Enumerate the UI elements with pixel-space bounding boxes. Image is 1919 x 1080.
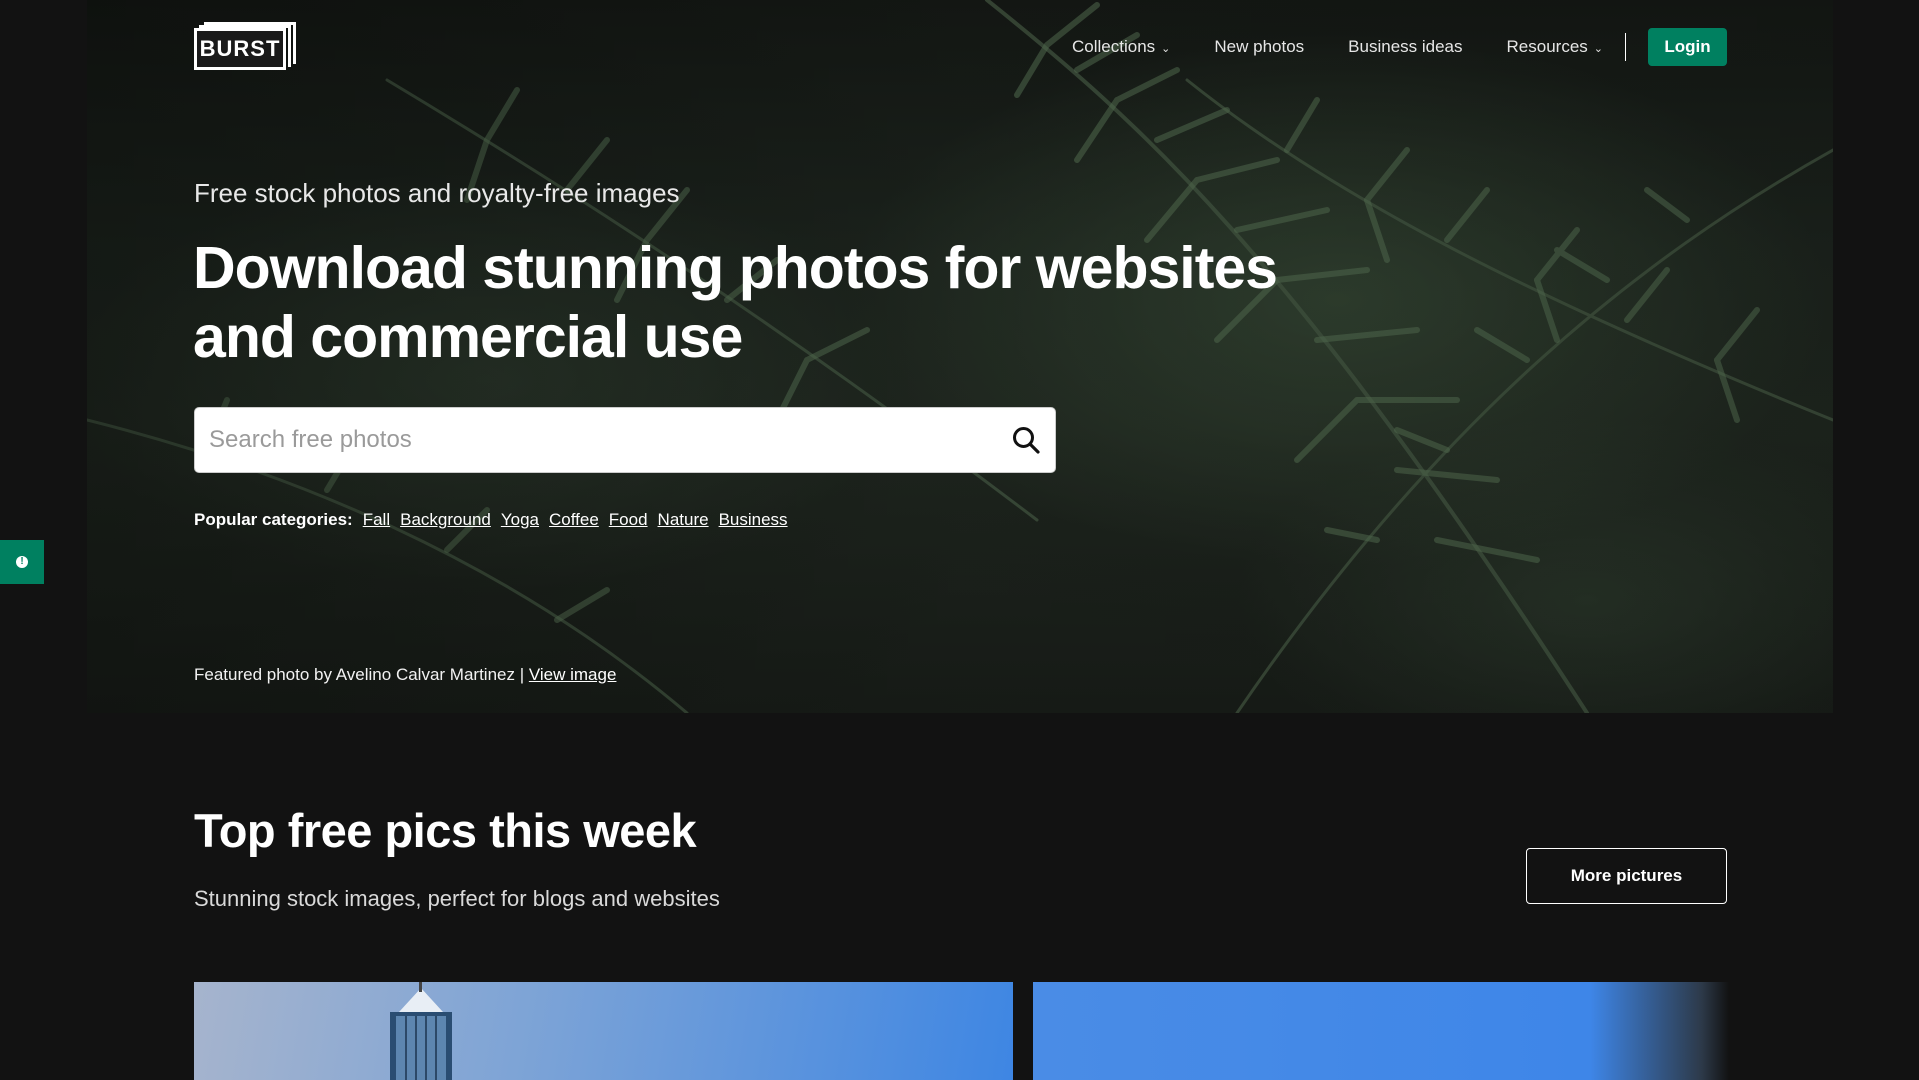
category-link-nature[interactable]: Nature (658, 510, 709, 530)
nav-divider (1625, 33, 1626, 61)
chevron-down-icon: ⌄ (1593, 42, 1603, 55)
category-link-business[interactable]: Business (719, 510, 788, 530)
skyscraper-image (390, 982, 452, 1080)
chevron-down-icon: ⌄ (1161, 42, 1171, 55)
popular-categories: Popular categories: Fall Background Yoga… (194, 510, 788, 530)
hero-headline: Download stunning photos for websites an… (193, 235, 1278, 370)
login-button[interactable]: Login (1648, 28, 1727, 66)
feedback-tab[interactable]: ! (0, 540, 44, 584)
logo-text: BURST (194, 28, 286, 70)
main-nav: Collections ⌄ New photos Business ideas … (1072, 28, 1727, 66)
featured-credit-text: Featured photo by Avelino Calvar Martine… (194, 665, 525, 684)
category-link-background[interactable]: Background (400, 510, 491, 530)
nav-new-photos[interactable]: New photos (1214, 37, 1304, 57)
popular-categories-label: Popular categories: (194, 510, 353, 529)
nav-collections[interactable]: Collections ⌄ (1072, 37, 1170, 57)
nav-resources[interactable]: Resources ⌄ (1507, 37, 1603, 57)
burst-logo[interactable]: BURST (194, 22, 296, 70)
search-input[interactable] (209, 408, 969, 472)
photo-thumbnail[interactable] (194, 982, 1013, 1080)
nav-business-ideas[interactable]: Business ideas (1348, 37, 1462, 57)
view-image-link[interactable]: View image (529, 665, 617, 684)
search-bar (194, 407, 1056, 473)
section-title: Top free pics this week (194, 804, 697, 857)
category-link-yoga[interactable]: Yoga (501, 510, 539, 530)
search-icon[interactable] (1011, 425, 1041, 455)
section-subtitle: Stunning stock images, perfect for blogs… (194, 886, 720, 911)
photo-thumbnail[interactable] (1033, 982, 1729, 1080)
more-pictures-button[interactable]: More pictures (1526, 848, 1727, 904)
category-link-coffee[interactable]: Coffee (549, 510, 599, 530)
hero-subtitle: Free stock photos and royalty-free image… (194, 178, 680, 208)
feedback-icon: ! (16, 556, 28, 568)
category-link-food[interactable]: Food (609, 510, 648, 530)
category-link-fall[interactable]: Fall (363, 510, 390, 530)
featured-photo-credit: Featured photo by Avelino Calvar Martine… (194, 665, 616, 685)
